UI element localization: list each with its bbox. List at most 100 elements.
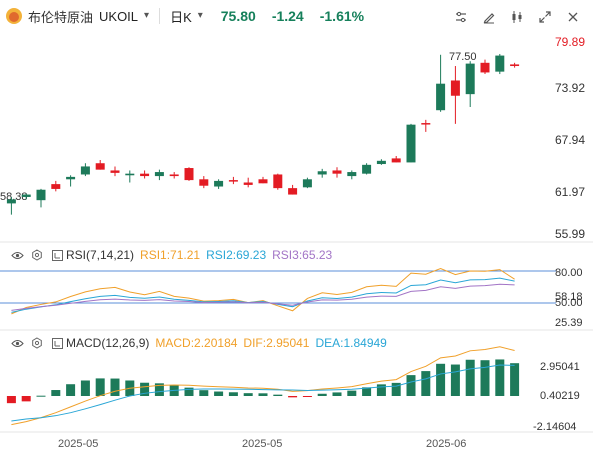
candle-body[interactable] xyxy=(21,194,31,197)
rsi2-line xyxy=(11,277,515,313)
macd-histogram-bar xyxy=(302,395,312,397)
candle-body[interactable] xyxy=(169,174,179,177)
candle-body[interactable] xyxy=(288,188,298,195)
macd-histogram-bar xyxy=(36,395,46,397)
rsi-axis: 80.00 50.00 58.18 25.39 xyxy=(555,267,583,329)
candle-body[interactable] xyxy=(80,166,90,175)
candle-body[interactable] xyxy=(140,173,150,177)
candle-body[interactable] xyxy=(362,164,372,174)
candle-body[interactable] xyxy=(110,170,120,173)
candle-body[interactable] xyxy=(125,173,135,176)
candle-body[interactable] xyxy=(421,123,431,125)
candle-body[interactable] xyxy=(510,64,520,67)
candle-body[interactable] xyxy=(258,179,268,184)
rsi-axis-label: 58.18 xyxy=(555,291,583,303)
price-axis-label: 61.97 xyxy=(555,185,585,199)
dif-value: DIF:2.95041 xyxy=(243,336,310,350)
macd-histogram-bar xyxy=(199,390,209,396)
macd-histogram-bar xyxy=(6,395,16,404)
candle-body[interactable] xyxy=(95,163,105,170)
time-axis: 2025-05 2025-05 2025-06 xyxy=(58,438,466,450)
macd-histogram-bar xyxy=(258,393,268,396)
macd-histogram-bar xyxy=(421,371,431,396)
price-chart[interactable]: 79.89 73.92 67.94 61.97 55.99 58.38 77.5… xyxy=(0,0,593,456)
rsi-name: RSI(7,14,21) xyxy=(66,248,135,262)
rsi-axis-label: 25.39 xyxy=(555,317,583,329)
macd-histogram-bar xyxy=(273,394,283,396)
macd-histogram-bar xyxy=(214,391,224,396)
macd-histogram-bar xyxy=(51,390,61,396)
candle-body[interactable] xyxy=(214,180,224,187)
macd-value: MACD:2.20184 xyxy=(155,336,238,350)
candle-body[interactable] xyxy=(36,189,46,201)
price-axis-label: 55.99 xyxy=(555,227,585,241)
rsi3-line xyxy=(11,283,515,311)
candle-body[interactable] xyxy=(465,63,475,95)
candle-body[interactable] xyxy=(317,171,327,175)
candle-body[interactable] xyxy=(228,180,238,182)
rsi-axis-label: 80.00 xyxy=(555,267,583,279)
macd-histogram-bar xyxy=(376,384,386,396)
macd-axis-label: 2.95041 xyxy=(540,361,580,373)
checkbox-icon[interactable] xyxy=(50,248,64,262)
candle-body[interactable] xyxy=(184,168,194,181)
time-axis-label: 2025-06 xyxy=(426,438,466,450)
settings-icon[interactable] xyxy=(30,248,44,262)
macd-histogram-bar xyxy=(480,360,490,396)
macd-histogram-bar xyxy=(510,363,520,396)
macd-name: MACD(12,26,9) xyxy=(66,336,150,350)
time-axis-label: 2025-05 xyxy=(58,438,98,450)
macd-header: MACD(12,26,9) MACD:2.20184 DIF:2.95041 D… xyxy=(10,334,387,352)
eye-icon[interactable] xyxy=(10,248,24,262)
macd-axis: 2.95041 0.40219 -2.14604 xyxy=(533,361,580,433)
macd-histogram-bar xyxy=(228,392,238,396)
time-axis-label: 2025-05 xyxy=(242,438,282,450)
rsi3-value: RSI3:65.23 xyxy=(272,248,333,262)
rsi1-line xyxy=(11,268,515,315)
candles-layer xyxy=(6,53,520,215)
candle-body[interactable] xyxy=(480,62,490,73)
candle-body[interactable] xyxy=(199,179,209,186)
price-axis-label: 73.92 xyxy=(555,81,585,95)
checkbox-icon[interactable] xyxy=(50,336,64,350)
macd-histogram-bar xyxy=(288,395,298,398)
macd-histogram-bar xyxy=(66,384,76,396)
rsi-lines-layer xyxy=(11,268,515,315)
price-axis-label: 67.94 xyxy=(555,133,585,147)
rsi2-value: RSI2:69.23 xyxy=(206,248,267,262)
eye-icon[interactable] xyxy=(10,336,24,350)
candle-body[interactable] xyxy=(243,182,253,185)
rsi-header: RSI(7,14,21) RSI1:71.21 RSI2:69.23 RSI3:… xyxy=(10,246,332,264)
macd-histogram-bar xyxy=(21,395,31,402)
macd-histogram-bar xyxy=(243,393,253,396)
macd-histogram-bar xyxy=(317,393,327,396)
macd-histogram-bar xyxy=(332,392,342,396)
candle-body[interactable] xyxy=(495,55,505,72)
candle-body[interactable] xyxy=(450,80,460,96)
candle-body[interactable] xyxy=(391,158,401,163)
candle-body[interactable] xyxy=(376,160,386,165)
chart-app: 布伦特原油 UKOIL ▾ 日K ▾ 75.80 -1.24 -1.61% 79… xyxy=(0,0,593,456)
rsi1-value: RSI1:71.21 xyxy=(140,248,201,262)
candle-body[interactable] xyxy=(51,184,61,189)
candle-body[interactable] xyxy=(154,172,164,177)
macd-histogram-bar xyxy=(80,380,90,396)
macd-axis-label: 0.40219 xyxy=(540,390,580,402)
candle-body[interactable] xyxy=(347,172,357,177)
candle-body[interactable] xyxy=(66,176,76,180)
macd-histogram-bar xyxy=(110,378,120,396)
dea-value: DEA:1.84949 xyxy=(315,336,387,350)
candle-body[interactable] xyxy=(406,124,416,163)
candle-body[interactable] xyxy=(273,174,283,189)
price-axis-label: 79.89 xyxy=(555,35,585,49)
macd-histogram-bar xyxy=(95,378,105,396)
candle-body[interactable] xyxy=(436,83,446,111)
macd-layer xyxy=(6,346,520,426)
settings-icon[interactable] xyxy=(30,336,44,350)
macd-axis-label: -2.14604 xyxy=(533,421,576,433)
candle-body[interactable] xyxy=(302,179,312,188)
macd-histogram-bar xyxy=(465,359,475,396)
candle-body[interactable] xyxy=(6,199,16,204)
macd-histogram-bar xyxy=(406,375,416,396)
candle-body[interactable] xyxy=(332,170,342,174)
